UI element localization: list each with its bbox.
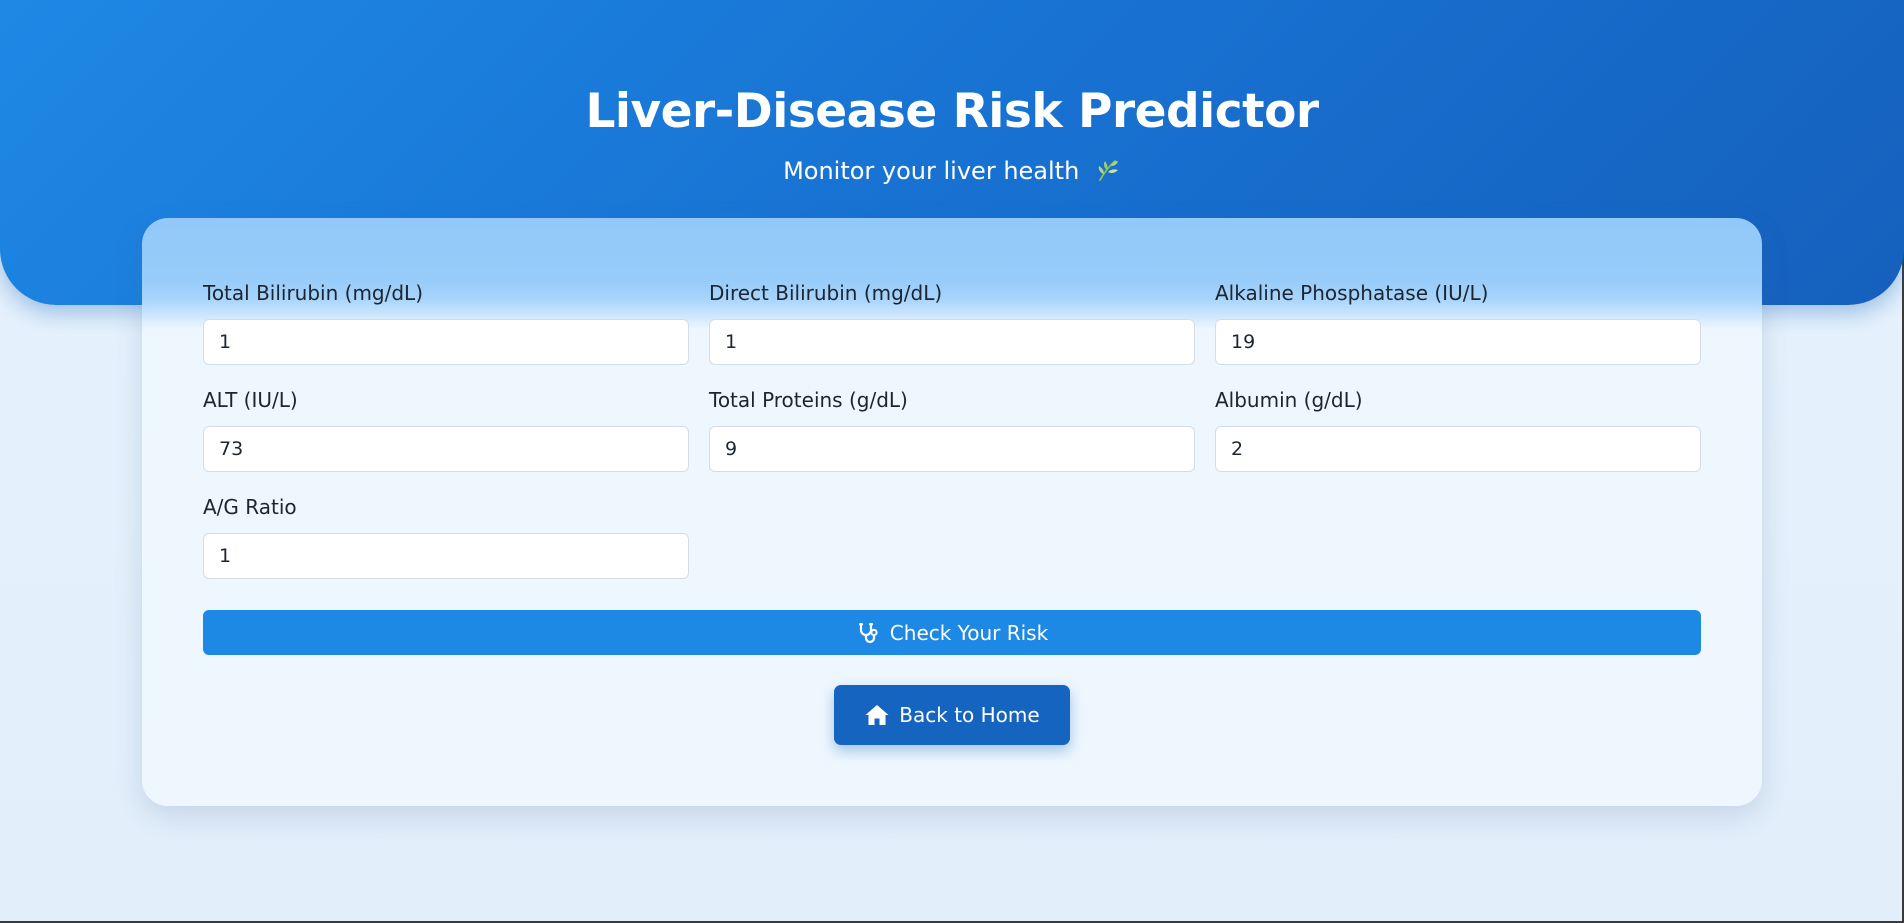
alkaline-phosphatase-label: Alkaline Phosphatase (IU/L) xyxy=(1215,281,1489,305)
direct-bilirubin-label: Direct Bilirubin (mg/dL) xyxy=(709,281,943,305)
direct-bilirubin-input[interactable] xyxy=(709,319,1195,365)
albumin-input[interactable] xyxy=(1215,426,1701,472)
total-proteins-input[interactable] xyxy=(709,426,1195,472)
subtitle-text: Monitor your liver health xyxy=(783,157,1080,185)
total-bilirubin-input[interactable] xyxy=(203,319,689,365)
leaf-icon xyxy=(1098,160,1118,181)
albumin-label: Albumin (g/dL) xyxy=(1215,388,1363,412)
alt-label: ALT (IU/L) xyxy=(203,388,298,412)
ag-ratio-input[interactable] xyxy=(203,533,689,579)
alt-input[interactable] xyxy=(203,426,689,472)
total-proteins-label: Total Proteins (g/dL) xyxy=(709,388,908,412)
back-to-home-button[interactable]: Back to Home xyxy=(834,685,1070,745)
total-bilirubin-label: Total Bilirubin (mg/dL) xyxy=(203,281,423,305)
check-risk-button[interactable]: Check Your Risk xyxy=(203,610,1701,655)
page: Liver-Disease Risk Predictor Monitor you… xyxy=(0,0,1904,923)
page-title: Liver-Disease Risk Predictor xyxy=(585,84,1319,139)
home-icon xyxy=(865,705,889,725)
page-subtitle: Monitor your liver health xyxy=(0,157,1904,185)
back-to-home-label: Back to Home xyxy=(899,703,1040,727)
stethoscope-icon xyxy=(858,622,878,643)
alkaline-phosphatase-input[interactable] xyxy=(1215,319,1701,365)
check-risk-label: Check Your Risk xyxy=(889,620,1049,645)
ag-ratio-label: A/G Ratio xyxy=(203,495,297,519)
